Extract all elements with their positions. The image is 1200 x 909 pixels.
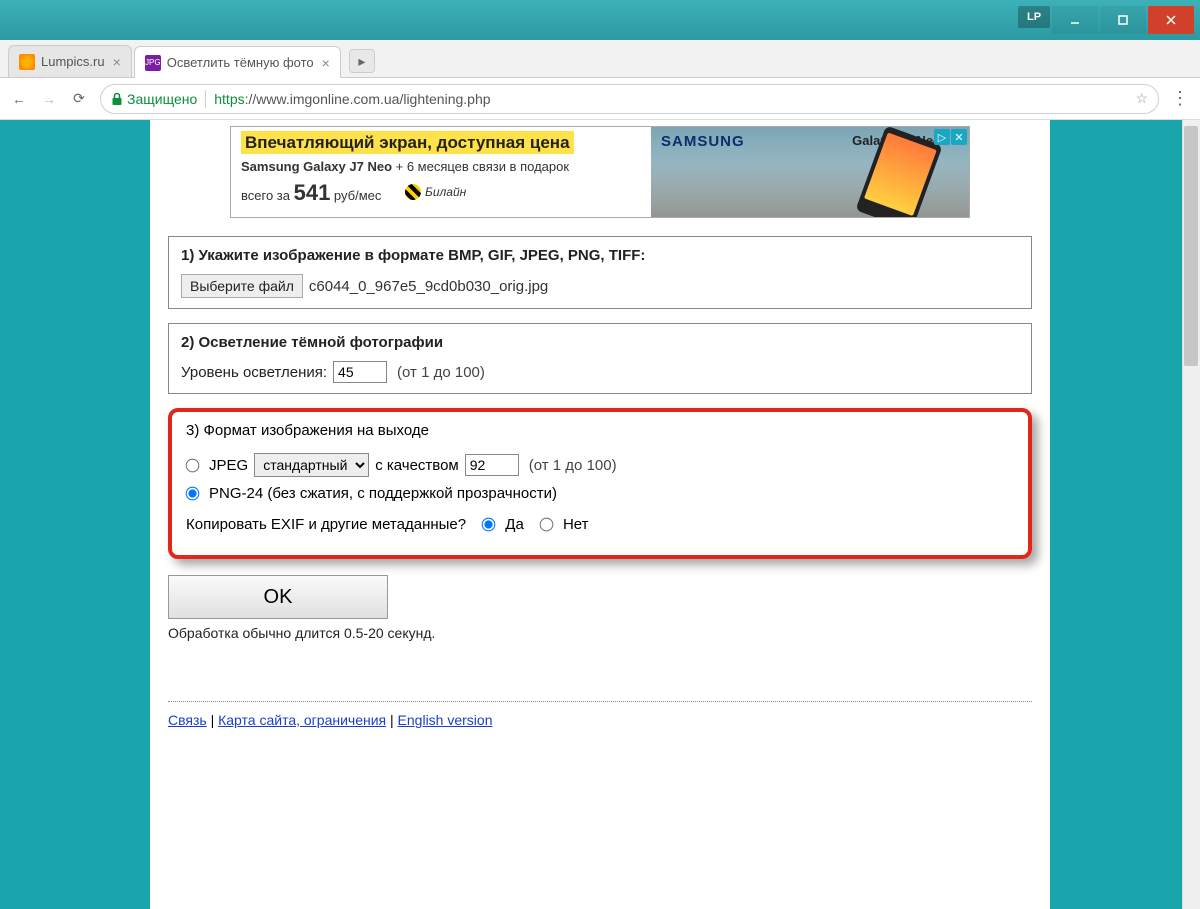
choose-file-button[interactable]: Выберите файл (181, 274, 303, 298)
jpeg-mode-select[interactable]: стандартный (254, 453, 369, 477)
window-close-button[interactable] (1148, 6, 1194, 34)
quality-label: с качеством (375, 457, 459, 474)
exif-yes-radio[interactable] (482, 518, 496, 532)
scrollbar-track[interactable] (1182, 120, 1200, 909)
footer-link-contact[interactable]: Связь (168, 712, 207, 728)
window-minimize-button[interactable] (1052, 6, 1098, 34)
exif-no-radio[interactable] (540, 518, 554, 532)
window-titlebar: LP (0, 0, 1200, 40)
step3-box-highlighted: 3) Формат изображения на выходе JPEG ста… (168, 408, 1032, 559)
png-label: PNG-24 (без сжатия, с поддержкой прозрач… (209, 485, 557, 502)
secure-indicator: Защищено (111, 91, 197, 107)
submit-area: OK Обработка обычно длится 0.5-20 секунд… (168, 575, 1032, 641)
browser-toolbar: ← → ⟳ Защищено https://www.imgonline.com… (0, 78, 1200, 120)
ad-close-icon[interactable]: ✕ (951, 129, 967, 145)
page-viewport: Впечатляющий экран, доступная цена Samsu… (0, 120, 1200, 909)
footer-link-sitemap[interactable]: Карта сайта, ограничения (218, 712, 386, 728)
format-jpeg-radio[interactable] (186, 458, 200, 472)
ad-text: Впечатляющий экран, доступная цена Samsu… (231, 127, 651, 217)
step3-title: 3) Формат изображения на выходе (186, 422, 1014, 439)
scrollbar-thumb[interactable] (1184, 126, 1198, 366)
lp-badge: LP (1018, 6, 1050, 28)
lock-icon (111, 92, 123, 106)
ad-banner[interactable]: Впечатляющий экран, доступная цена Samsu… (230, 126, 970, 218)
exif-yes-label: Да (505, 516, 524, 533)
step1-title: 1) Укажите изображение в формате BMP, GI… (181, 247, 1019, 264)
footer-links: Связь | Карта сайта, ограничения | Engli… (168, 701, 1032, 728)
step2-title: 2) Осветление тёмной фотографии (181, 334, 1019, 351)
close-icon[interactable]: × (113, 54, 121, 70)
new-tab-button[interactable]: ▸ (349, 49, 375, 73)
ad-image: SAMSUNG Galaxy J7 Neo ▷ ✕ (651, 127, 969, 217)
exif-no-label: Нет (563, 516, 589, 533)
url-rest: ://www.imgonline.com.ua/lightening.php (245, 91, 491, 107)
tab-lumpics[interactable]: Lumpics.ru × (8, 45, 132, 77)
address-bar[interactable]: Защищено https://www.imgonline.com.ua/li… (100, 84, 1159, 114)
bookmark-star-icon[interactable]: ☆ (1135, 90, 1148, 107)
browser-menu-button[interactable]: ⋮ (1171, 88, 1190, 109)
level-label: Уровень осветления: (181, 364, 327, 381)
level-hint: (от 1 до 100) (397, 364, 485, 381)
page-content: Впечатляющий экран, доступная цена Samsu… (150, 120, 1050, 909)
reload-button[interactable]: ⟳ (70, 90, 88, 107)
quality-hint: (от 1 до 100) (529, 457, 617, 474)
beeline-icon (405, 184, 421, 200)
favicon-icon (19, 54, 35, 70)
format-png-radio[interactable] (186, 487, 200, 501)
url-scheme: https (214, 91, 244, 107)
step1-box: 1) Укажите изображение в формате BMP, GI… (168, 236, 1032, 309)
separator (205, 90, 206, 108)
close-icon[interactable]: × (322, 55, 330, 71)
secure-label: Защищено (127, 91, 197, 107)
step2-box: 2) Осветление тёмной фотографии Уровень … (168, 323, 1032, 394)
ok-button[interactable]: OK (168, 575, 388, 619)
ad-brand: SAMSUNG (661, 133, 745, 150)
processing-note: Обработка обычно длится 0.5-20 секунд. (168, 625, 1032, 641)
window-maximize-button[interactable] (1100, 6, 1146, 34)
favicon-icon: JPG (145, 55, 161, 71)
adchoices-icon[interactable]: ▷ (934, 129, 950, 145)
level-input[interactable] (333, 361, 387, 383)
tab-label: Lumpics.ru (41, 54, 105, 69)
back-button[interactable]: ← (10, 91, 28, 107)
browser-tabbar: Lumpics.ru × JPG Осветлить тёмную фото ×… (0, 40, 1200, 78)
exif-label: Копировать EXIF и другие метаданные? (186, 516, 466, 533)
tab-imgonline[interactable]: JPG Осветлить тёмную фото × (134, 46, 341, 78)
chosen-filename: c6044_0_967e5_9cd0b030_orig.jpg (309, 278, 548, 295)
jpeg-label: JPEG (209, 457, 248, 474)
forward-button[interactable]: → (40, 91, 58, 107)
quality-input[interactable] (465, 454, 519, 476)
footer-link-english[interactable]: English version (398, 712, 493, 728)
tab-label: Осветлить тёмную фото (167, 55, 314, 70)
